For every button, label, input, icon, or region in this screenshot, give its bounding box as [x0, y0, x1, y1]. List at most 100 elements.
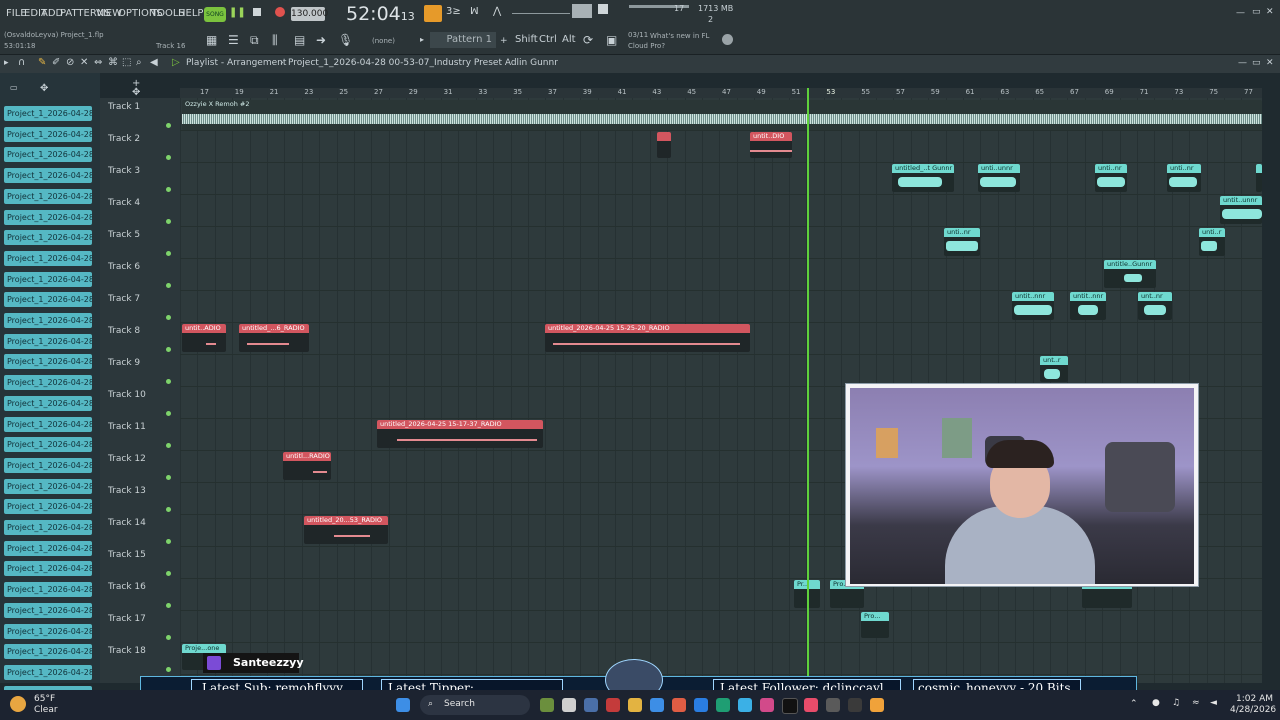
track-mute-led[interactable]	[166, 443, 171, 448]
app-icon[interactable]	[540, 698, 554, 712]
browser-move-icon[interactable]: ✥	[40, 83, 48, 94]
alt-button[interactable]: Alt	[562, 34, 576, 45]
channel-rack-icon[interactable]: ☰	[228, 33, 239, 47]
master-pitch-knob[interactable]	[572, 4, 592, 18]
track-name[interactable]: Track 12	[108, 454, 146, 464]
clip-track-3b[interactable]: unti..unnr	[978, 164, 1020, 192]
clock-time[interactable]: 1:02 AM	[1236, 694, 1273, 704]
browser-item[interactable]: Project_1_2026-04-28 0...	[4, 437, 92, 453]
clip-track-2b[interactable]: untit..DIO	[750, 132, 792, 158]
track-name[interactable]: Track 7	[108, 294, 140, 304]
browser-item[interactable]: Project_1_2026-04-28 0...	[4, 106, 92, 121]
news-text[interactable]: What's new in FL Cloud Pro?	[628, 31, 712, 51]
playlist-play-icon[interactable]: ▷	[172, 57, 180, 68]
add-pattern-icon[interactable]: +	[500, 36, 508, 46]
file-explorer-icon[interactable]	[628, 698, 642, 712]
clip-track-8a[interactable]: untit..ADIO	[182, 324, 226, 352]
master-volume-slider[interactable]	[512, 13, 570, 14]
track-name[interactable]: Track 8	[108, 326, 140, 336]
search-box[interactable]: ⌕ Search	[420, 695, 530, 715]
clip-track-8b[interactable]: untitled_...6_RADIO	[239, 324, 309, 352]
mixer-icon[interactable]: ⫼	[272, 33, 278, 48]
shift-button[interactable]: Shift	[515, 34, 538, 45]
expand-icon[interactable]: ✥	[132, 87, 140, 98]
minimize-icon[interactable]: —	[1236, 8, 1245, 18]
slip-icon[interactable]: ⇔	[94, 57, 102, 68]
obs-icon[interactable]	[584, 698, 598, 712]
track-name[interactable]: Track 13	[108, 486, 146, 496]
clip-track-7a[interactable]: untit..nnr	[1012, 292, 1054, 320]
step-edit-icon[interactable]: 3≥	[446, 6, 461, 17]
track-mute-led[interactable]	[166, 347, 171, 352]
clip-track-6[interactable]: untitle..Gunnr	[1104, 260, 1156, 288]
track-mute-led[interactable]	[166, 315, 171, 320]
browser-item[interactable]: Project_1_2026-04-28 0...	[4, 561, 92, 577]
browser-icon[interactable]: ▦	[206, 33, 217, 47]
track-mute-led[interactable]	[166, 155, 171, 160]
clip-track-5a[interactable]: unti..nr	[944, 228, 980, 256]
clip-track-11[interactable]: untitled_2026-04-25 15-17-37_RADIO	[377, 420, 543, 448]
track-mute-led[interactable]	[166, 379, 171, 384]
track-name[interactable]: Track 11	[108, 422, 146, 432]
menu-help[interactable]: HELP	[178, 8, 203, 19]
track-mute-led[interactable]	[166, 603, 171, 608]
browser-item[interactable]: Project_1_2026-04-28 0...	[4, 499, 92, 515]
chrome-icon[interactable]	[672, 698, 686, 712]
app-icon-4[interactable]	[760, 698, 774, 712]
playlist-icon[interactable]: ▤	[294, 33, 305, 47]
track-mute-led[interactable]	[166, 411, 171, 416]
track-mute-led[interactable]	[166, 219, 171, 224]
browser-collapse-icon[interactable]: ▭	[10, 83, 18, 92]
browser-item[interactable]: Project_1_2026-04-28 0...	[4, 188, 92, 204]
start-icon[interactable]	[396, 698, 410, 712]
tiktok-icon[interactable]	[782, 698, 798, 714]
select-icon[interactable]: ⬚	[122, 57, 131, 68]
tray-mic-icon[interactable]: ♫	[1172, 698, 1180, 708]
clip-track-12[interactable]: untitl...RADIO	[283, 452, 331, 480]
magnet-icon[interactable]: ∩	[18, 57, 25, 68]
fl-cloud-icon[interactable]	[722, 34, 733, 45]
ctrl-button[interactable]: Ctrl	[539, 34, 557, 45]
track-name[interactable]: Track 9	[108, 358, 140, 368]
clock-date[interactable]: 4/28/2026	[1230, 705, 1276, 715]
clip-track-2a[interactable]	[657, 132, 671, 158]
browser-item[interactable]: Project_1_2026-04-28 0...	[4, 582, 92, 598]
record-icon[interactable]	[275, 7, 285, 17]
delete-icon[interactable]: ⊘	[66, 57, 74, 68]
edge-icon[interactable]	[650, 698, 664, 712]
typing-keyboard-icon[interactable]	[424, 5, 442, 22]
clip-track-3c[interactable]: unti..nr	[1095, 164, 1127, 192]
tray-app-icon[interactable]: ●	[1152, 698, 1160, 708]
playlist-maximize-icon[interactable]: ▭	[1252, 58, 1261, 68]
browser-item[interactable]: Project_1_2026-04-28 0...	[4, 333, 92, 349]
track-mute-led[interactable]	[166, 507, 171, 512]
track-mute-led[interactable]	[166, 571, 171, 576]
playlist-minimize-icon[interactable]: —	[1238, 58, 1247, 68]
mute-icon[interactable]: ✕	[80, 57, 88, 68]
play-pattern-icon[interactable]: ▸	[4, 58, 9, 68]
track-name[interactable]: Track 16	[108, 582, 146, 592]
track-mute-led[interactable]	[166, 251, 171, 256]
microphone-icon[interactable]: 🎙	[338, 33, 353, 47]
track-mute-led[interactable]	[166, 539, 171, 544]
cart-icon[interactable]: ▣	[606, 33, 617, 47]
arrow-right-icon[interactable]: ➜	[316, 33, 326, 47]
fl-studio-icon[interactable]	[870, 698, 884, 712]
taskview-icon[interactable]	[562, 698, 576, 712]
browser-item[interactable]: Project_1_2026-04-28 0...	[4, 540, 92, 556]
speaker-icon[interactable]: ◀	[150, 57, 158, 68]
track-mute-led[interactable]	[166, 635, 171, 640]
clip-track-14[interactable]: untitled_20...53_RADIO	[304, 516, 388, 544]
tray-chevron-icon[interactable]: ⌃	[1130, 699, 1138, 709]
browser-item[interactable]: Project_1_2026-04-28 0...	[4, 602, 92, 618]
pattern-selector[interactable]: Pattern 1	[430, 32, 496, 48]
pause-icon[interactable]: ❚❚	[229, 7, 246, 21]
clip-track-7b[interactable]: untit..nnr	[1070, 292, 1106, 320]
wait-input-icon[interactable]: ⋀	[493, 6, 501, 17]
browser-item[interactable]: Project_1_2026-04-28 0...	[4, 395, 92, 411]
pattern-prev-icon[interactable]: ▸	[420, 35, 424, 44]
browser-item[interactable]: Project_1_2026-04-28 0...	[4, 168, 92, 184]
clip-track-3e[interactable]	[1256, 164, 1262, 192]
app-icon-5[interactable]	[804, 698, 818, 712]
track-mute-led[interactable]	[166, 123, 171, 128]
